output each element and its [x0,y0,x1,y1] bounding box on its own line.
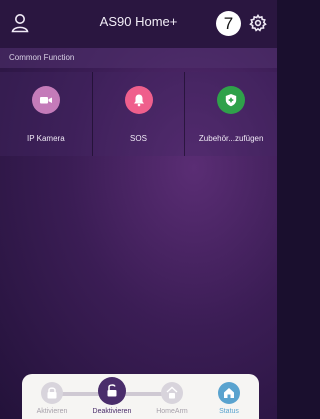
sos-button[interactable] [124,86,153,114]
video-camera-icon [39,97,52,104]
lock-icon [47,387,57,399]
mode-homearm-circle[interactable] [161,382,183,404]
mode-label: Status [219,408,239,415]
mode-deaktivieren[interactable]: Deaktivieren [82,374,142,419]
add-accessory-button[interactable] [217,86,246,114]
function-sos[interactable]: SOS [92,72,186,156]
gear-icon[interactable] [249,14,267,32]
function-add-accessory[interactable]: Zubehör...zufügen [185,72,277,156]
ip-kamera-button[interactable] [31,86,60,114]
mode-deaktivieren-circle[interactable] [98,377,126,405]
function-label: SOS [130,134,147,143]
section-header: Common Function [0,48,277,68]
home-icon [224,388,234,398]
mode-label: Aktivieren [36,408,68,415]
common-functions-grid: IP Kamera SOS Zubehör...zufügen [0,72,277,156]
mode-label: HomeArm [156,408,188,415]
bell-icon [133,94,144,107]
mode-label: Deaktivieren [92,408,132,415]
home-lock-icon [166,386,178,399]
unlock-icon [107,384,117,397]
mode-status-circle[interactable] [218,382,240,404]
step-badge: 7 [216,11,241,36]
mode-homearm[interactable]: HomeArm [142,374,202,419]
mode-aktivieren-circle[interactable] [41,382,63,404]
top-bar: AS90 Home+ 7 [0,0,277,48]
app-screen: AS90 Home+ 7 Common Function IP Kamera S… [0,0,277,419]
mode-status[interactable]: Status [199,374,259,419]
function-ip-kamera[interactable]: IP Kamera [0,72,93,156]
function-label: IP Kamera [27,134,65,143]
function-label: Zubehör...zufügen [198,134,264,143]
mode-bar: Aktivieren Deaktivieren HomeArm Status [22,374,259,419]
shield-plus-icon [225,94,237,107]
mode-aktivieren[interactable]: Aktivieren [22,374,82,419]
